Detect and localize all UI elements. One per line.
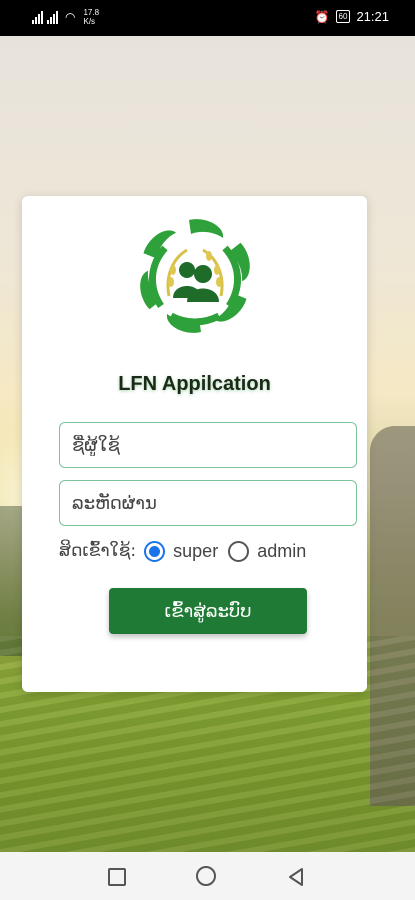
app-title: LFN Appilcation (118, 373, 271, 395)
radio-option-super[interactable]: super (144, 540, 219, 562)
radio-option-admin[interactable]: admin (228, 540, 307, 562)
back-triangle-icon[interactable] (285, 866, 307, 888)
recent-apps-square-icon[interactable] (108, 868, 126, 886)
status-right: ⏰ 60 21:21 (315, 9, 389, 24)
user-type-label: ສິດເຂົ້າໃຊ້: (59, 541, 137, 561)
password-input[interactable] (59, 480, 357, 526)
login-card: LFN Appilcation ສິດເຂົ້າໃຊ້: super admin… (22, 196, 367, 692)
clock: 21:21 (356, 9, 389, 24)
battery-icon: 60 (335, 10, 351, 23)
status-bar: ◠ 17.8 K/s ⏰ 60 21:21 (0, 0, 415, 36)
user-type-group: ສິດເຂົ້າໃຊ້: super admin (59, 538, 359, 564)
navigation-bar (0, 852, 415, 900)
signal-icon (32, 10, 43, 24)
home-circle-icon[interactable] (196, 866, 216, 886)
radio-label-admin: admin (257, 540, 307, 561)
radio-admin[interactable] (228, 540, 250, 562)
username-input[interactable] (59, 422, 357, 468)
radio-super[interactable] (144, 540, 166, 562)
radio-label-super: super (173, 540, 219, 561)
wifi-icon: ◠ (65, 10, 76, 24)
status-left: ◠ 17.8 K/s (32, 8, 99, 26)
alarm-icon: ⏰ (314, 9, 330, 24)
login-button[interactable]: ເຂົ້າສູ່ລະບົບ (109, 588, 307, 634)
lfn-logo-icon (140, 219, 250, 333)
signal-icon-2 (47, 10, 58, 24)
network-speed: 17.8 K/s (83, 8, 100, 26)
